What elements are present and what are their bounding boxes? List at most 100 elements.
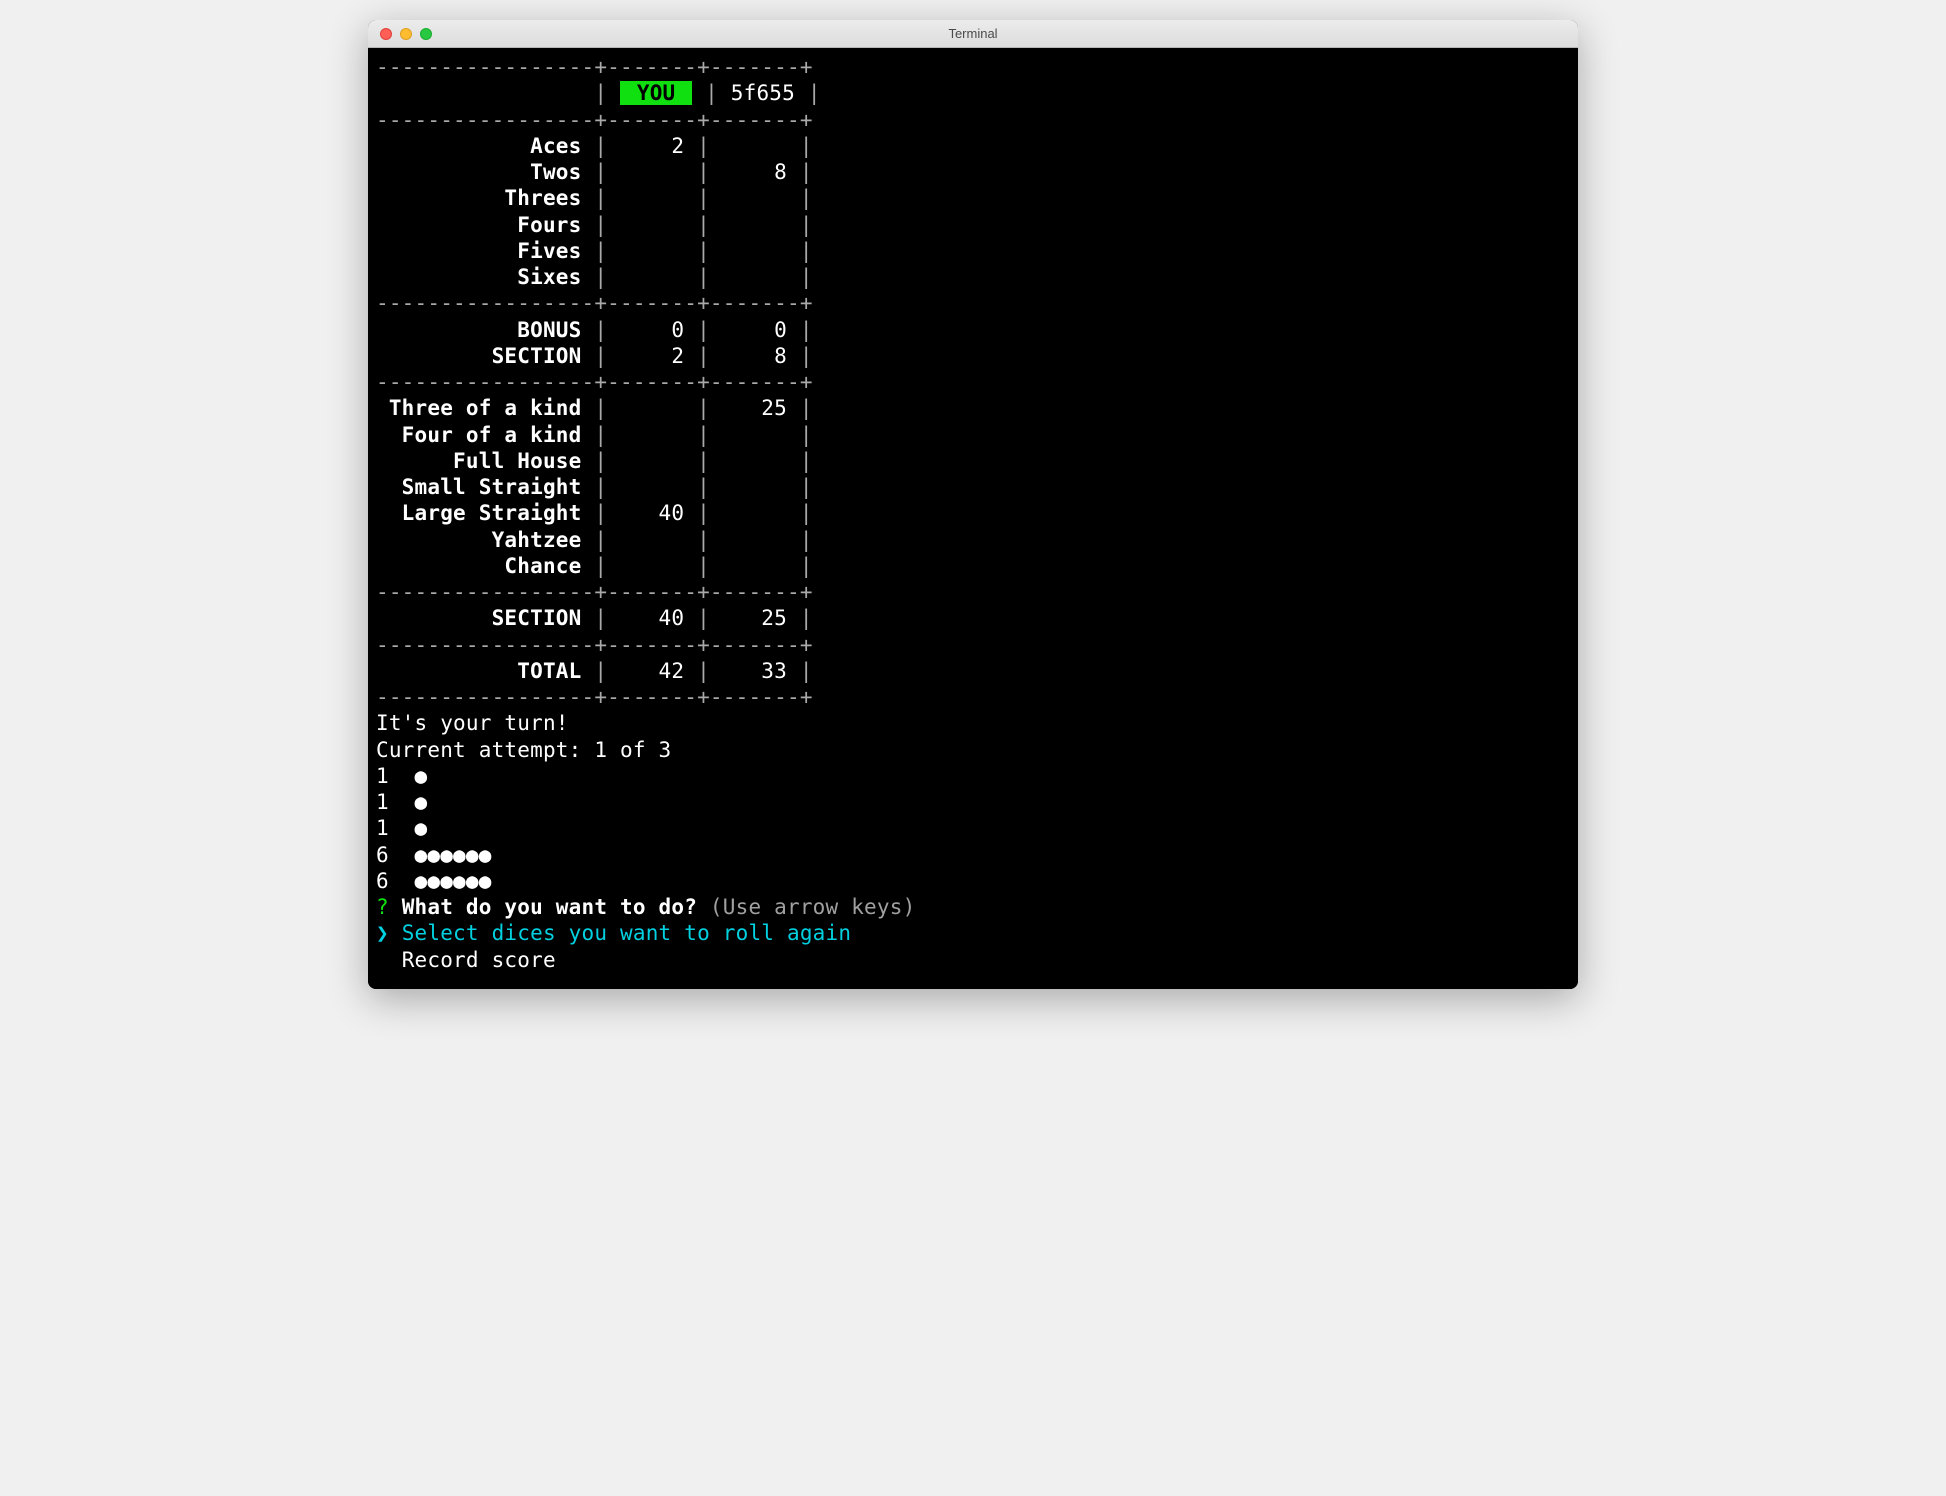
lower-5-p2 (723, 528, 787, 552)
lower-1-row: Four of a kind | | | (376, 422, 1570, 448)
attempt-message: Current attempt: 1 of 3 (376, 737, 1570, 763)
upper-3-p2 (723, 213, 787, 237)
lower-5-you (620, 528, 684, 552)
upper-section-p2: 8 (723, 344, 787, 368)
upper-1-p2: 8 (723, 160, 787, 184)
table-divider: -----------------+-------+-------+ (376, 579, 1570, 605)
window-controls (368, 28, 432, 40)
header-row: | YOU | 5f655 | (376, 80, 1570, 106)
grand-total-label: TOTAL (376, 659, 582, 683)
die-4-pips-icon: ●●●●●● (415, 869, 492, 893)
lower-1-label: Four of a kind (376, 423, 582, 447)
table-divider: -----------------+-------+-------+ (376, 107, 1570, 133)
prompt-row: ? What do you want to do? (Use arrow key… (376, 894, 1570, 920)
die-1: 1 ● (376, 789, 1570, 815)
lower-3-label: Small Straight (376, 475, 582, 499)
upper-4-p2 (723, 239, 787, 263)
lower-4-p2 (723, 501, 787, 525)
lower-section-row: SECTION | 40 | 25 | (376, 605, 1570, 631)
close-button[interactable] (380, 28, 392, 40)
lower-5-row: Yahtzee | | | (376, 527, 1570, 553)
lower-0-p2: 25 (723, 396, 787, 420)
player-you-badge: YOU (620, 81, 692, 105)
terminal-output[interactable]: -----------------+-------+-------+ | YOU… (368, 48, 1578, 989)
zoom-button[interactable] (420, 28, 432, 40)
menu-record-label: Record score (402, 948, 556, 972)
menu-item-record[interactable]: Record score (376, 947, 1570, 973)
lower-section-you: 40 (620, 606, 684, 630)
lower-section-p2: 25 (723, 606, 787, 630)
upper-1-row: Twos | | 8 | (376, 159, 1570, 185)
upper-2-row: Threes | | | (376, 185, 1570, 211)
upper-3-row: Fours | | | (376, 212, 1570, 238)
upper-3-you (620, 213, 684, 237)
minimize-button[interactable] (400, 28, 412, 40)
lower-1-you (620, 423, 684, 447)
terminal-window: Terminal -----------------+-------+-----… (368, 20, 1578, 989)
lower-2-you (620, 449, 684, 473)
menu-selected-label: Select dices you want to roll again (402, 921, 852, 945)
table-divider: -----------------+-------+-------+ (376, 632, 1570, 658)
lower-2-p2 (723, 449, 787, 473)
upper-5-you (620, 265, 684, 289)
menu-item-selected[interactable]: ❯ Select dices you want to roll again (376, 920, 1570, 946)
lower-0-label: Three of a kind (376, 396, 582, 420)
upper-4-label: Fives (376, 239, 582, 263)
die-4-value: 6 (376, 869, 389, 893)
upper-section-label: SECTION (376, 344, 582, 368)
die-3-pips-icon: ●●●●●● (415, 843, 492, 867)
upper-5-row: Sixes | | | (376, 264, 1570, 290)
die-1-value: 1 (376, 790, 389, 814)
die-2-value: 1 (376, 816, 389, 840)
table-divider: -----------------+-------+-------+ (376, 684, 1570, 710)
upper-5-label: Sixes (376, 265, 582, 289)
window-title: Terminal (368, 26, 1578, 41)
die-3: 6 ●●●●●● (376, 842, 1570, 868)
lower-0-row: Three of a kind | | 25 | (376, 395, 1570, 421)
upper-1-label: Twos (376, 160, 582, 184)
die-4: 6 ●●●●●● (376, 868, 1570, 894)
upper-5-p2 (723, 265, 787, 289)
table-divider: -----------------+-------+-------+ (376, 290, 1570, 316)
upper-2-p2 (723, 186, 787, 210)
upper-section-row: SECTION | 2 | 8 | (376, 343, 1570, 369)
upper-0-p2 (723, 134, 787, 158)
lower-6-you (620, 554, 684, 578)
upper-3-label: Fours (376, 213, 582, 237)
upper-0-row: Aces | 2 | | (376, 133, 1570, 159)
upper-4-row: Fives | | | (376, 238, 1570, 264)
die-1-pips-icon: ● (415, 790, 428, 814)
lower-3-row: Small Straight | | | (376, 474, 1570, 500)
die-0: 1 ● (376, 763, 1570, 789)
lower-4-you: 40 (620, 501, 684, 525)
player-p2-label: 5f655 (731, 81, 795, 105)
lower-2-label: Full House (376, 449, 582, 473)
upper-1-you (620, 160, 684, 184)
lower-6-p2 (723, 554, 787, 578)
grand-total-p2: 33 (723, 659, 787, 683)
lower-6-label: Chance (376, 554, 582, 578)
lower-0-you (620, 396, 684, 420)
menu-pointer-icon: ❯ (376, 921, 389, 945)
titlebar: Terminal (368, 20, 1578, 48)
lower-4-row: Large Straight | 40 | | (376, 500, 1570, 526)
lower-1-p2 (723, 423, 787, 447)
lower-4-label: Large Straight (376, 501, 582, 525)
upper-0-you: 2 (620, 134, 684, 158)
lower-5-label: Yahtzee (376, 528, 582, 552)
upper-bonus-label: BONUS (376, 318, 582, 342)
prompt-mark-icon: ? (376, 895, 389, 919)
die-2: 1 ● (376, 815, 1570, 841)
prompt-hint: (Use arrow keys) (710, 895, 916, 919)
lower-6-row: Chance | | | (376, 553, 1570, 579)
upper-bonus-p2: 0 (723, 318, 787, 342)
table-divider: -----------------+-------+-------+ (376, 369, 1570, 395)
die-3-value: 6 (376, 843, 389, 867)
prompt-question: What do you want to do? (402, 895, 697, 919)
lower-3-you (620, 475, 684, 499)
lower-section-label: SECTION (376, 606, 582, 630)
lower-3-p2 (723, 475, 787, 499)
upper-bonus-row: BONUS | 0 | 0 | (376, 317, 1570, 343)
upper-0-label: Aces (376, 134, 582, 158)
grand-total-row: TOTAL | 42 | 33 | (376, 658, 1570, 684)
